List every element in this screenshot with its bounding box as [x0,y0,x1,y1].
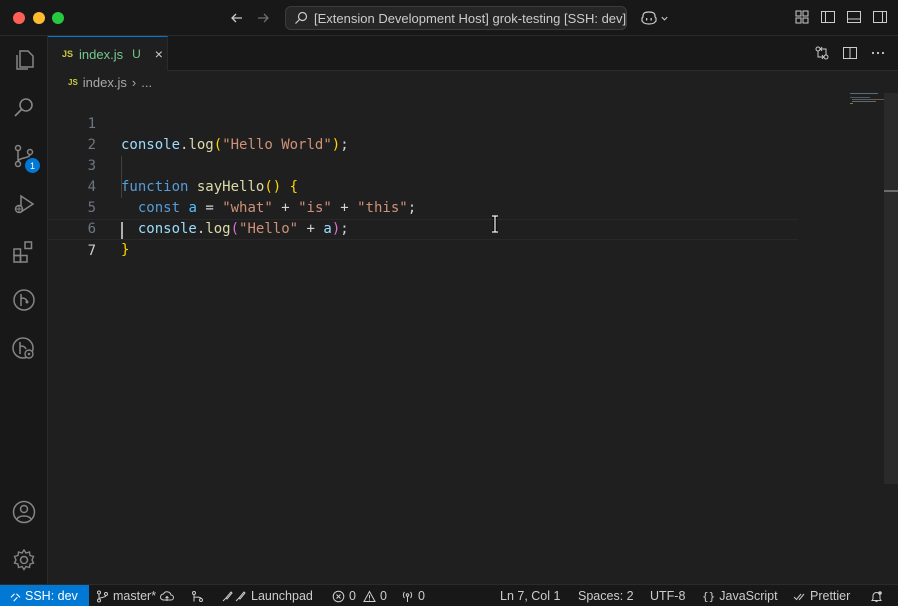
javascript-file-icon: JS [68,77,78,87]
ports-indicator[interactable]: 0 [401,585,425,606]
code-line: 3 function sayHello() { [48,135,798,195]
status-bar: SSH: dev master* Launchpad 0 0 0 Ln 7, C… [0,584,898,606]
command-center-label: [Extension Development Host] grok-testin… [314,10,627,26]
code-line: 6 } [48,198,798,258]
launchpad-item[interactable]: Launchpad [221,585,313,606]
activity-bar: 1 [0,36,48,584]
error-count: 0 [349,589,356,603]
error-icon [332,590,345,602]
text-cursor [121,222,123,239]
search-icon [295,11,308,24]
indent-guide [121,156,122,198]
forward-arrow-icon[interactable] [253,8,273,28]
more-actions-icon[interactable] [870,45,886,61]
launchpad-icon [222,590,246,601]
encoding-label: UTF-8 [650,589,686,603]
editor-tab-bar: JS index.js U × [48,36,898,71]
open-changes-icon[interactable] [814,45,830,61]
vertical-scrollbar[interactable] [884,93,898,484]
source-control-badge: 1 [25,158,40,173]
code-line: 5 console.log("Hello" + a); [48,177,798,237]
publish-cloud-icon[interactable] [160,590,175,603]
source-control-icon[interactable]: 1 [0,132,48,180]
branch-indicator[interactable]: master* [96,585,175,606]
toggle-secondary-sidebar-icon[interactable] [872,9,888,25]
warning-icon [363,589,376,602]
braces-icon: {} [702,589,716,603]
cursor-position[interactable]: Ln 7, Col 1 [500,585,560,606]
maximize-window-button[interactable] [52,12,64,24]
prettier-label: Prettier [810,589,851,603]
toggle-panel-icon[interactable] [846,9,862,25]
ports-count: 0 [418,589,425,603]
language-label: JavaScript [719,589,778,603]
breadcrumb-symbols[interactable]: ... [141,75,152,90]
title-bar: [Extension Development Host] grok-testin… [0,0,898,36]
split-editor-icon[interactable] [842,45,858,61]
close-tab-icon[interactable]: × [155,46,163,62]
back-arrow-icon[interactable] [227,8,247,28]
settings-gear-icon[interactable] [0,536,48,584]
code-line: 4 const a = "what" + "is" + "this"; [48,156,798,216]
remote-explorer-icon[interactable] [0,324,48,372]
close-window-button[interactable] [13,12,25,24]
untracked-status: U [132,47,141,61]
accounts-icon[interactable] [0,488,48,536]
git-branch-icon [97,590,108,602]
prettier-status[interactable]: Prettier [793,585,850,606]
javascript-file-icon: JS [62,49,74,59]
warning-count: 0 [379,589,387,603]
toggle-primary-sidebar-icon[interactable] [820,9,836,25]
run-and-debug-icon[interactable] [0,180,48,228]
current-code-line: 7 [48,219,798,259]
code-line: 1 console.log("Hello World"); [48,93,798,153]
extensions-icon[interactable] [0,228,48,276]
problems-indicator[interactable]: 0 0 [332,585,387,606]
breadcrumb-separator: › [131,74,137,90]
code-line: 2 [48,114,798,153]
scroll-position-marker [884,190,898,192]
language-mode[interactable]: {} JavaScript [702,585,778,606]
notifications-bell[interactable] [870,585,883,606]
check-all-icon [793,593,805,600]
bell-icon [871,590,882,602]
git-graph-icon[interactable] [0,276,48,324]
indentation-label: Spaces: 2 [578,589,634,603]
indentation-setting[interactable]: Spaces: 2 [578,585,634,606]
git-graph-icon [192,590,203,602]
customize-layout-icon[interactable] [794,9,810,25]
breadcrumb: JS index.js › ... [48,71,898,93]
chevron-down-icon [661,16,668,21]
broadcast-icon [402,591,413,602]
branch-label: master* [113,589,157,603]
copilot-menu[interactable] [640,9,670,27]
copilot-icon [641,11,657,25]
command-center[interactable]: [Extension Development Host] grok-testin… [285,6,627,30]
explorer-icon[interactable] [0,36,48,84]
search-icon[interactable] [0,84,48,132]
tab-label: index.js [79,46,124,62]
remote-label: SSH: dev [25,589,78,603]
encoding-setting[interactable]: UTF-8 [650,585,685,606]
code-editor[interactable]: 1 console.log("Hello World"); 2 3 functi… [48,93,898,584]
breadcrumb-file[interactable]: index.js [83,75,127,90]
git-graph-status[interactable] [191,585,204,606]
launchpad-label: Launchpad [251,589,313,603]
cursor-position-label: Ln 7, Col 1 [500,589,561,603]
remote-indicator[interactable]: SSH: dev [0,585,89,606]
ibeam-cursor-icon [492,215,498,233]
tab-index-js[interactable]: JS index.js U × [48,36,168,71]
line-number: 7 [87,243,96,259]
remote-icon [10,592,21,601]
minimize-window-button[interactable] [33,12,45,24]
